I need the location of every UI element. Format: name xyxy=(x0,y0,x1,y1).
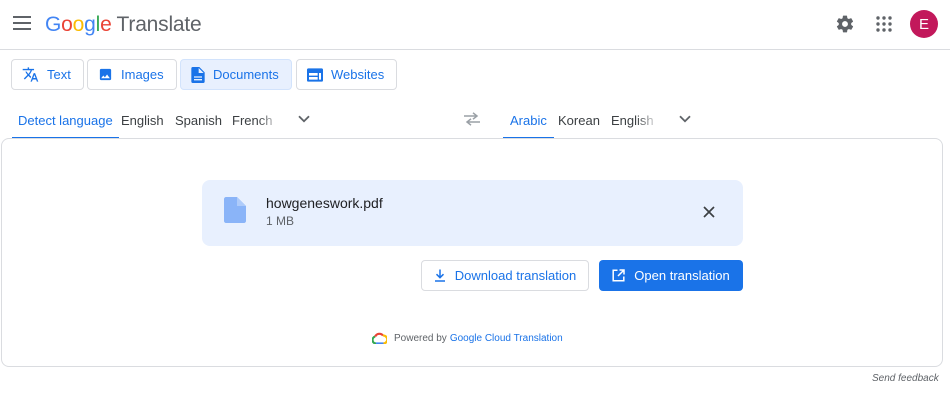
file-size: 1 MB xyxy=(266,214,295,228)
target-lang-korean[interactable]: Korean xyxy=(558,101,600,139)
logo-letter: e xyxy=(100,13,112,36)
download-translation-label: Download translation xyxy=(454,268,577,283)
logo-letter: G xyxy=(45,13,62,36)
tab-documents-label: Documents xyxy=(213,67,279,82)
website-icon xyxy=(307,67,323,82)
logo-letter: g xyxy=(84,13,96,36)
source-lang-label: Detect language xyxy=(18,112,113,128)
settings-icon[interactable] xyxy=(832,11,858,37)
app-header: Google Translate E xyxy=(0,0,950,50)
file-name: howgeneswork.pdf xyxy=(266,195,383,211)
close-icon[interactable] xyxy=(698,201,720,223)
source-lang-french[interactable]: French xyxy=(232,101,272,139)
source-more-chevron-down-icon[interactable] xyxy=(293,108,315,130)
menu-icon[interactable] xyxy=(8,9,36,37)
source-lang-detect[interactable]: Detect language xyxy=(12,101,119,139)
tab-documents[interactable]: Documents xyxy=(180,59,292,90)
source-lang-english[interactable]: English xyxy=(121,101,164,139)
app-logo[interactable]: Google Translate xyxy=(45,10,202,40)
tab-text-label: Text xyxy=(47,67,71,82)
avatar[interactable]: E xyxy=(910,10,938,38)
logo-letter: o xyxy=(61,13,73,36)
download-icon xyxy=(434,269,445,282)
logo-letter: o xyxy=(72,13,85,36)
open-in-new-icon xyxy=(612,269,626,282)
tab-websites-label: Websites xyxy=(331,67,385,82)
powered-by: Powered by Google Cloud Translation xyxy=(372,330,563,346)
file-icon xyxy=(224,197,246,228)
tab-images[interactable]: Images xyxy=(87,59,177,90)
tab-websites[interactable]: Websites xyxy=(296,59,398,90)
translate-icon xyxy=(22,67,39,82)
target-lang-english[interactable]: English xyxy=(611,101,654,139)
tab-text[interactable]: Text xyxy=(11,59,84,90)
target-lang-label: English xyxy=(611,112,654,128)
product-name: Translate xyxy=(116,13,202,36)
target-lang-arabic[interactable]: Arabic xyxy=(503,101,554,139)
source-lang-label: Spanish xyxy=(175,112,222,128)
google-cloud-translation-link[interactable]: Google Cloud Translation xyxy=(450,333,563,344)
swap-languages-icon[interactable] xyxy=(460,107,484,131)
send-feedback-link[interactable]: Send feedback xyxy=(872,373,939,384)
open-translation-button[interactable]: Open translation xyxy=(599,260,743,291)
image-icon xyxy=(99,68,112,81)
source-lang-label: French xyxy=(232,112,273,128)
source-lang-spanish[interactable]: Spanish xyxy=(175,101,222,139)
powered-by-prefix: Powered by xyxy=(394,332,447,344)
tab-images-label: Images xyxy=(121,67,164,82)
apps-icon[interactable] xyxy=(871,11,897,37)
download-translation-button[interactable]: Download translation xyxy=(421,260,589,291)
target-lang-label: Korean xyxy=(558,112,600,128)
file-card: howgeneswork.pdf 1 MB xyxy=(202,180,743,246)
target-lang-label: Arabic xyxy=(510,112,547,128)
document-icon xyxy=(191,66,205,83)
google-cloud-icon xyxy=(372,332,387,344)
open-translation-label: Open translation xyxy=(634,268,730,283)
source-lang-label: English xyxy=(121,112,164,128)
target-more-chevron-down-icon[interactable] xyxy=(674,108,696,130)
